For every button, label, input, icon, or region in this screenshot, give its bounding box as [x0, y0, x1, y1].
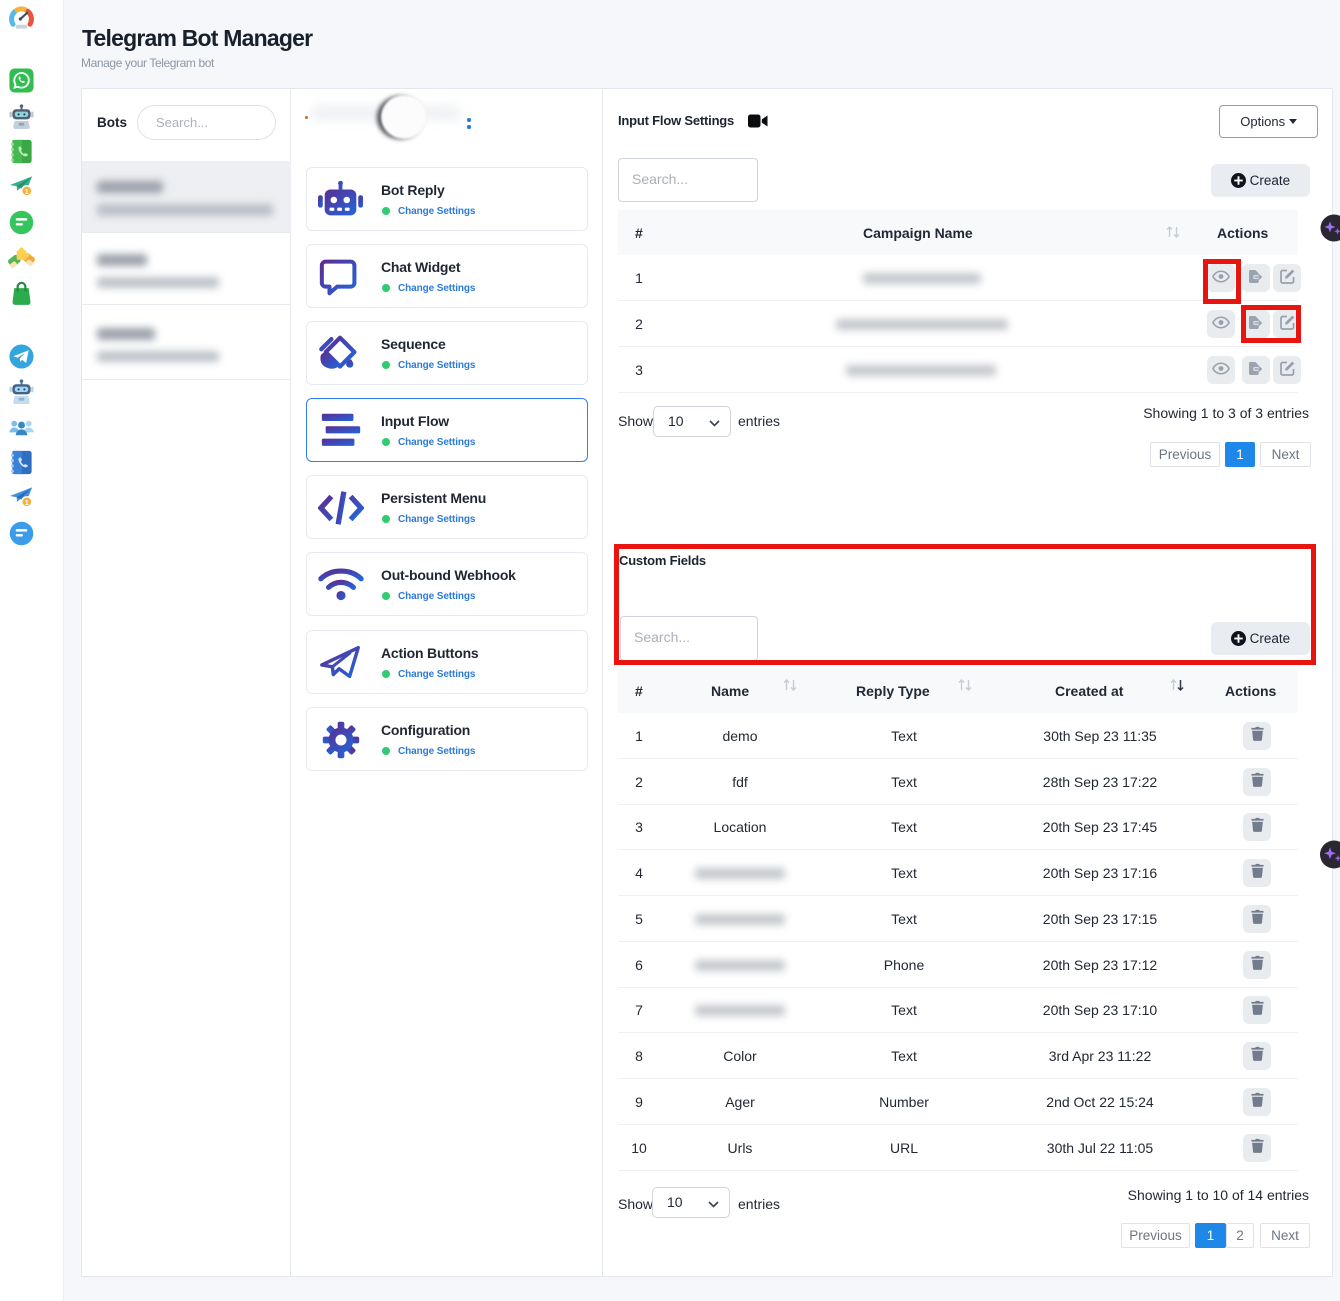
- svg-text:1: 1: [25, 187, 30, 196]
- svg-text:1: 1: [25, 498, 30, 507]
